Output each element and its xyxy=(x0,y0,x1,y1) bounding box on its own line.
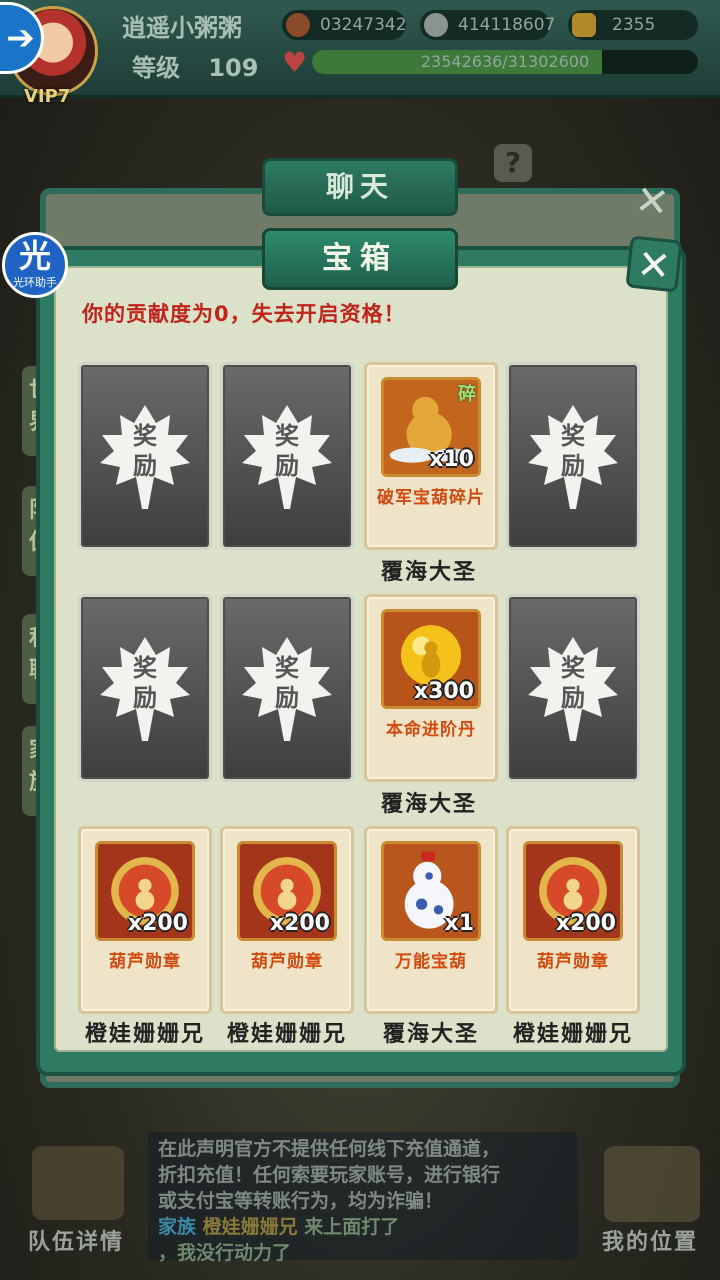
chat-message: 家族 橙娃姗姗兄 来上面打了 xyxy=(158,1214,568,1240)
reward-label: 奖励 xyxy=(275,422,299,480)
opened-reward-card[interactable]: x200 葫芦勋章 xyxy=(78,826,212,1014)
stamina-resource[interactable]: 03247342 xyxy=(282,10,407,40)
dialog-title: 宝箱 xyxy=(262,228,458,290)
cell-owner-name: 橙娃姗姗兄 xyxy=(512,1022,633,1047)
item-name: 本命进阶丹 xyxy=(386,720,476,740)
player-level: 等级 109 xyxy=(132,48,258,83)
silver-coin-icon xyxy=(424,13,448,37)
reward-row: 奖励 奖励 x10 碎破军宝葫碎片 奖励覆海大圣 xyxy=(78,362,640,585)
my-location-button[interactable]: 我的位置 xyxy=(602,1224,698,1256)
maple-leaf-icon: 奖励 xyxy=(240,633,334,743)
opened-reward-card[interactable]: x200 葫芦勋章 xyxy=(220,826,354,1014)
reward-label: 奖励 xyxy=(275,654,299,712)
gourd-fragment-icon: x10 碎 xyxy=(381,377,481,477)
stamina-value: 03247342 xyxy=(320,15,407,35)
helper-badge-label: 光环助手 xyxy=(13,276,57,289)
opened-reward-card[interactable]: x300 本命进阶丹 xyxy=(364,594,498,782)
gourd-medal-icon: x200 xyxy=(237,841,337,941)
reward-label: 奖励 xyxy=(561,654,585,712)
team-icon xyxy=(32,1146,124,1220)
unopened-reward-card[interactable]: 奖励 xyxy=(220,594,354,782)
chat-text-continued: ，我没行动力了 xyxy=(158,1242,292,1264)
maple-leaf-icon: 奖励 xyxy=(526,401,620,511)
chat-sender: 橙娃姗姗兄 xyxy=(202,1216,298,1238)
reward-row: 奖励 奖励 x300 本命进阶丹 奖励覆海大圣 xyxy=(78,594,640,817)
item-quantity: x200 xyxy=(269,911,330,936)
player-status-bar: VIP7 ➔ 逍遥小粥粥 等级 109 03247342 414118607 2… xyxy=(0,0,720,107)
item-quantity: x200 xyxy=(127,911,188,936)
item-name: 万能宝葫 xyxy=(395,952,467,972)
item-name: 葫芦勋章 xyxy=(537,952,609,972)
item-quantity: x10 xyxy=(429,447,474,472)
eligibility-notice: 你的贡献度为0，失去开启资格！ xyxy=(82,302,406,326)
opened-reward-card[interactable]: x200 葫芦勋章 xyxy=(506,826,640,1014)
map-icon xyxy=(604,1146,700,1222)
golden-pill-icon: x300 xyxy=(381,609,481,709)
gold-ingot-icon xyxy=(572,13,596,37)
row-owner-name: 覆海大圣 xyxy=(380,560,477,585)
maple-leaf-icon: 奖励 xyxy=(240,401,334,511)
reward-label: 奖励 xyxy=(133,654,157,712)
level-value: 109 xyxy=(208,54,259,82)
chat-message-box[interactable]: 在此声明官方不提供任何线下充值通道， 折扣充值！任何索要玩家账号，进行银行 或支… xyxy=(148,1132,578,1264)
unopened-reward-card[interactable]: 奖励 xyxy=(78,594,212,782)
experience-text: 23542636/31302600 xyxy=(420,52,590,71)
gourd-medal-icon: x200 xyxy=(523,841,623,941)
close-icon[interactable]: ✕ xyxy=(625,235,683,293)
reward-label: 奖励 xyxy=(133,422,157,480)
unopened-reward-card[interactable]: 奖励 xyxy=(78,362,212,550)
porcelain-gourd-icon: x1 xyxy=(381,841,481,941)
unopened-reward-card[interactable]: 奖励 xyxy=(220,362,354,550)
maple-leaf-icon: 奖励 xyxy=(526,633,620,743)
silver-value: 414118607 xyxy=(458,15,556,35)
item-name: 葫芦勋章 xyxy=(251,952,323,972)
item-quantity: x300 xyxy=(413,679,474,704)
vip-level: VIP7 xyxy=(24,86,71,107)
heart-icon: ♥ xyxy=(282,46,308,79)
gold-value: 2355 xyxy=(612,15,656,35)
gold-resource[interactable]: 2355 xyxy=(568,10,698,40)
maple-leaf-icon: 奖励 xyxy=(98,633,192,743)
cell-owner-name: 橙娃姗姗兄 xyxy=(226,1022,347,1047)
chat-close-icon[interactable]: ✕ xyxy=(621,172,684,231)
item-quantity: x1 xyxy=(444,911,475,936)
chat-channel: 家族 xyxy=(158,1216,197,1238)
help-icon[interactable]: ? xyxy=(494,144,532,182)
row-owner-name: 覆海大圣 xyxy=(380,792,477,817)
silver-resource[interactable]: 414118607 xyxy=(420,10,555,40)
reward-row: x200 葫芦勋章橙娃姗姗兄 x200 葫芦勋章橙娃姗姗兄 x1 万能宝葫覆海大圣 x200… xyxy=(78,826,640,1047)
experience-bar: 23542636/31302600 xyxy=(312,50,698,74)
stamina-icon xyxy=(286,13,310,37)
item-name: 葫芦勋章 xyxy=(109,952,181,972)
gourd-medal-icon: x200 xyxy=(95,841,195,941)
reward-label: 奖励 xyxy=(561,422,585,480)
opened-reward-card[interactable]: x10 碎破军宝葫碎片 xyxy=(364,362,498,550)
team-details-button[interactable]: 队伍详情 xyxy=(28,1224,124,1256)
helper-app-badge[interactable]: 光 光环助手 xyxy=(2,232,68,298)
item-quantity: x200 xyxy=(555,911,616,936)
cell-owner-name: 覆海大圣 xyxy=(382,1022,479,1047)
helper-badge-glyph: 光 xyxy=(18,237,51,275)
unopened-reward-card[interactable]: 奖励 xyxy=(506,362,640,550)
opened-reward-card[interactable]: x1 万能宝葫 xyxy=(364,826,498,1014)
level-label: 等级 xyxy=(132,54,180,82)
cell-owner-name: 橙娃姗姗兄 xyxy=(84,1022,205,1047)
unopened-reward-card[interactable]: 奖励 xyxy=(506,594,640,782)
chat-title: 聊天 xyxy=(262,158,458,216)
notice-line: 在此声明官方不提供任何线下充值通道， xyxy=(158,1138,501,1160)
fragment-badge: 碎 xyxy=(458,384,476,405)
maple-leaf-icon: 奖励 xyxy=(98,401,192,511)
notice-line: 或支付宝等转账行为，均为诈骗！ xyxy=(158,1190,444,1212)
item-name: 破军宝葫碎片 xyxy=(377,488,485,508)
chat-text: 来上面打了 xyxy=(304,1216,400,1238)
player-name: 逍遥小粥粥 xyxy=(122,14,242,42)
notice-line: 折扣充值！任何索要玩家账号，进行银行 xyxy=(158,1164,501,1186)
